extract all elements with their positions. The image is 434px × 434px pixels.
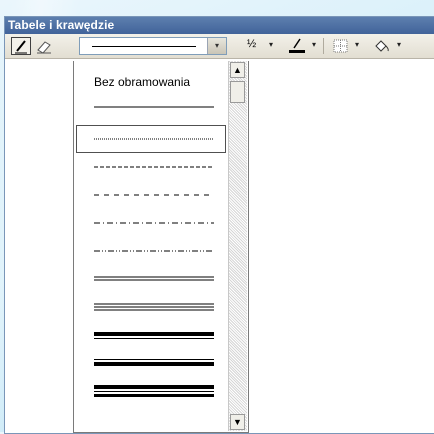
shading-color-button[interactable]	[371, 37, 391, 55]
eraser-icon	[37, 41, 51, 54]
eraser-button[interactable]	[34, 37, 54, 55]
list-item-dotted[interactable]	[76, 125, 226, 153]
borders-dropdown-arrow[interactable]: ▾	[355, 40, 359, 49]
borders-icon	[333, 39, 348, 53]
list-scrollbar[interactable]: ▲ ▼	[228, 61, 247, 431]
triple-line-sample	[94, 303, 214, 311]
draw-table-button[interactable]	[11, 37, 31, 55]
double-line-sample	[94, 276, 214, 281]
chevron-down-icon[interactable]: ▾	[207, 38, 226, 54]
list-item-dash-dot-dot[interactable]	[76, 237, 226, 265]
line-weight-dropdown-arrow[interactable]: ▾	[269, 40, 273, 49]
list-item-dashed-short[interactable]	[76, 153, 226, 181]
dashed-line-sample	[94, 194, 214, 196]
scroll-down-arrow-icon[interactable]: ▼	[230, 414, 245, 430]
toolbar-separator	[323, 38, 324, 54]
dash-dot-dot-line-sample	[94, 250, 214, 252]
list-item-double[interactable]	[76, 265, 226, 293]
list-item-solid[interactable]	[76, 93, 226, 121]
thin-thick-line-sample	[94, 359, 214, 366]
list-item-dashed[interactable]	[76, 181, 226, 209]
toolbar-buttons-row: ▾ ½ ▾ ▾ ▾ ▾	[5, 34, 434, 59]
no-border-label: Bez obramowania	[94, 75, 191, 89]
shading-dropdown-arrow[interactable]: ▾	[397, 40, 401, 49]
dotted-line-sample	[94, 138, 214, 140]
borders-button[interactable]	[331, 37, 351, 55]
pen-color-icon	[289, 38, 305, 53]
pen-icon	[15, 40, 27, 54]
short-dashed-line-sample	[94, 166, 214, 168]
line-style-list: Bez obramowania ▲ ▼	[73, 61, 249, 433]
scroll-up-arrow-icon[interactable]: ▲	[230, 62, 245, 78]
list-item-no-border[interactable]: Bez obramowania	[76, 65, 226, 93]
selected-line-preview	[92, 46, 196, 47]
solid-line-sample	[94, 106, 214, 108]
toolbar-title[interactable]: Tabele i krawędzie	[5, 17, 434, 34]
line-style-dropdown[interactable]: ▾	[79, 37, 227, 55]
border-color-button[interactable]	[287, 37, 307, 55]
line-weight-value[interactable]: ½	[247, 38, 256, 50]
list-item-thick-thin[interactable]	[76, 321, 226, 349]
list-item-dash-dot[interactable]	[76, 209, 226, 237]
paint-bucket-icon	[375, 40, 389, 52]
scroll-thumb[interactable]	[230, 81, 245, 103]
list-item-thick-thin-thick[interactable]	[76, 377, 226, 405]
dash-dot-line-sample	[94, 222, 214, 224]
list-item-thin-thick[interactable]	[76, 349, 226, 377]
thick-thin-line-sample	[94, 332, 214, 339]
thick-thin-thick-line-sample	[94, 385, 214, 397]
border-color-dropdown-arrow[interactable]: ▾	[312, 40, 316, 49]
list-item-triple[interactable]	[76, 293, 226, 321]
